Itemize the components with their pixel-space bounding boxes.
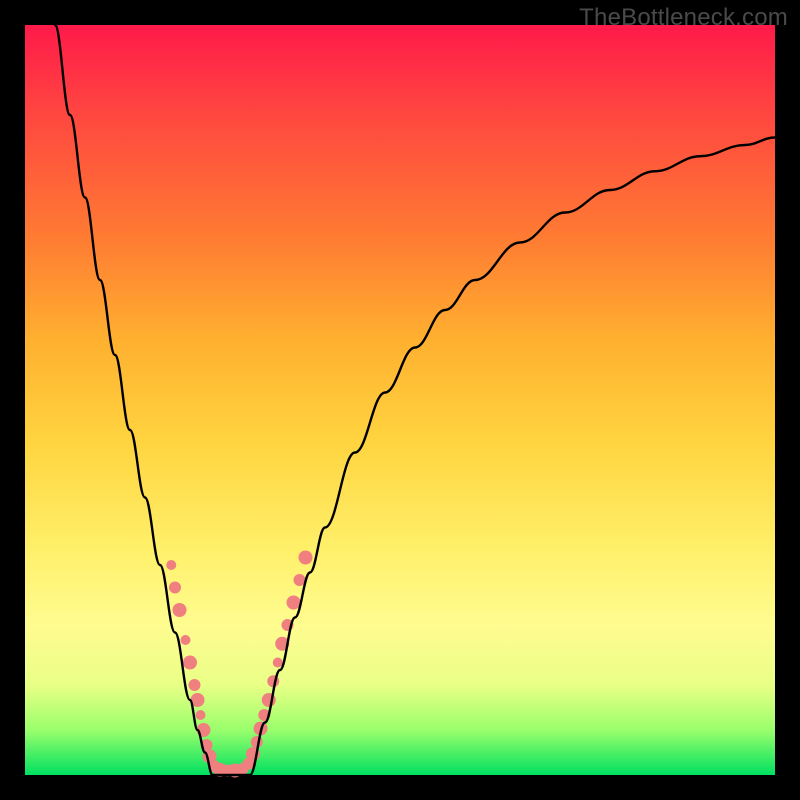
highlight-marker: [169, 582, 181, 594]
chart-frame: TheBottleneck.com: [0, 0, 800, 800]
highlight-marker: [189, 679, 201, 691]
marker-group: [166, 551, 312, 778]
curve-right-branch: [250, 138, 775, 776]
highlight-marker: [183, 656, 197, 670]
highlight-marker: [181, 635, 191, 645]
highlight-marker: [273, 658, 283, 668]
highlight-marker: [299, 551, 313, 565]
plot-area: [25, 25, 775, 775]
highlight-marker: [166, 560, 176, 570]
highlight-marker: [196, 710, 206, 720]
highlight-marker: [287, 596, 301, 610]
highlight-marker: [173, 603, 187, 617]
curve-layer: [25, 25, 775, 775]
